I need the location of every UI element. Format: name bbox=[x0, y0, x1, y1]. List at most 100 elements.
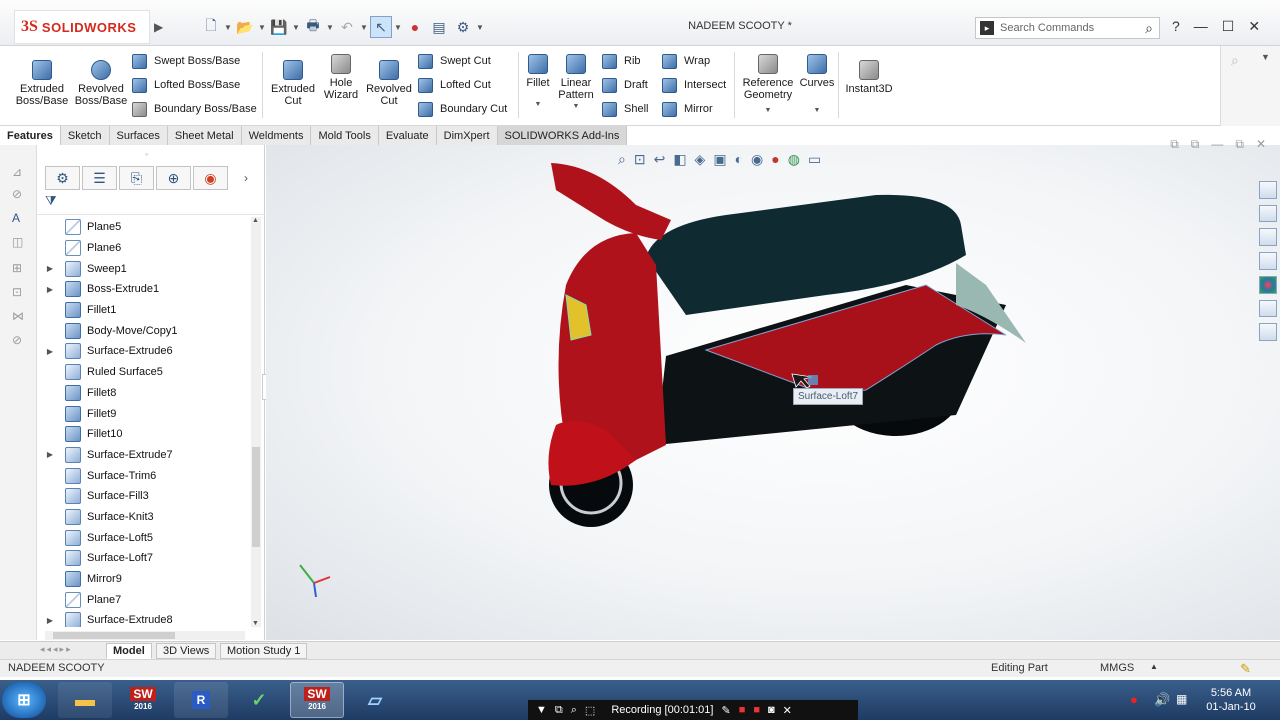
home-icon[interactable] bbox=[1259, 181, 1277, 199]
menu-expand-arrow[interactable]: ▶ bbox=[154, 16, 163, 38]
notepad-taskbar-icon[interactable]: ▱ bbox=[348, 682, 402, 718]
tab-model[interactable]: Model bbox=[106, 643, 152, 659]
feature-manager-tab-icon[interactable]: ⚙ bbox=[45, 166, 80, 190]
pattern-dropdown-icon[interactable]: ▼ bbox=[573, 101, 580, 113]
boundary-cut-button[interactable]: Boundary Cut bbox=[418, 99, 507, 119]
tab-surfaces[interactable]: Surfaces bbox=[109, 126, 168, 145]
intersect-button[interactable]: Intersect bbox=[662, 75, 726, 95]
forum-icon[interactable] bbox=[1259, 323, 1277, 342]
tree-node[interactable]: Fillet8 bbox=[37, 383, 257, 404]
expand-arrow-icon[interactable]: ▶ bbox=[43, 264, 57, 273]
reference-geometry-button[interactable]: Reference Geometry ▼ bbox=[740, 54, 796, 117]
tree-node[interactable]: Surface-Trim6 bbox=[37, 465, 257, 486]
view-palette-icon[interactable] bbox=[1259, 252, 1277, 270]
extruded-cut-button[interactable]: Extruded Cut bbox=[268, 60, 318, 107]
lofted-cut-button[interactable]: Lofted Cut bbox=[418, 75, 491, 95]
scroll-up-icon[interactable]: ▲ bbox=[252, 217, 259, 224]
tree-node[interactable]: ▶ Surface-Extrude7 bbox=[37, 445, 257, 466]
recorder-close-icon[interactable]: ✕ bbox=[783, 704, 792, 717]
tab-sketch[interactable]: Sketch bbox=[60, 126, 110, 145]
scroll-thumb[interactable] bbox=[252, 447, 260, 547]
expand-arrow-icon[interactable]: ▶ bbox=[43, 616, 57, 625]
link-icon[interactable]: ⊘ bbox=[12, 333, 28, 349]
file-explorer-icon[interactable] bbox=[1259, 228, 1277, 247]
open-dropdown-icon[interactable]: ▼ bbox=[258, 23, 266, 32]
display-manager-tab-icon[interactable]: ◉ bbox=[193, 166, 228, 190]
tab-3d-views[interactable]: 3D Views bbox=[156, 643, 217, 659]
hole-wizard-button[interactable]: Hole Wizard bbox=[318, 54, 364, 101]
fillet-button[interactable]: Fillet ▼ bbox=[522, 54, 554, 111]
rebuild-status-icon[interactable]: ✎ bbox=[1240, 661, 1251, 677]
open-folder-icon[interactable]: 📂 bbox=[234, 16, 256, 38]
tab-dimxpert[interactable]: DimXpert bbox=[436, 126, 498, 145]
rebuild-icon[interactable]: ● bbox=[404, 16, 426, 38]
shell-button[interactable]: Shell bbox=[602, 99, 648, 119]
hscroll-thumb[interactable] bbox=[53, 632, 175, 639]
print-icon[interactable]: 🖶 bbox=[302, 16, 324, 38]
scroll-down-icon[interactable]: ▼ bbox=[252, 620, 259, 627]
select-dropdown-icon[interactable]: ▼ bbox=[394, 23, 402, 32]
lofted-boss-button[interactable]: Lofted Boss/Base bbox=[132, 75, 240, 95]
tree-node[interactable]: Body-Move/Copy1 bbox=[37, 320, 257, 341]
wrap-button[interactable]: Wrap bbox=[662, 51, 710, 71]
ribbon-options-dropdown-icon[interactable]: ▼ bbox=[1261, 52, 1270, 62]
revolved-cut-button[interactable]: Revolved Cut bbox=[364, 60, 414, 107]
filter-funnel-icon[interactable]: ⧩ bbox=[45, 193, 57, 208]
curves-button[interactable]: Curves ▼ bbox=[798, 54, 836, 117]
appearances-icon[interactable] bbox=[1259, 275, 1277, 294]
tab-weldments[interactable]: Weldments bbox=[241, 126, 312, 145]
sketch-tool-icon[interactable]: ⊿ bbox=[12, 165, 28, 181]
chart-app-taskbar-icon[interactable]: ✓ bbox=[232, 682, 286, 718]
search-icon[interactable]: ⌕ bbox=[1145, 20, 1153, 37]
tab-motion-study-1[interactable]: Motion Study 1 bbox=[220, 643, 308, 659]
expand-arrow-icon[interactable]: ▶ bbox=[43, 450, 57, 459]
layer-icon[interactable]: ⋈ bbox=[12, 309, 28, 325]
tree-node[interactable]: Fillet1 bbox=[37, 300, 257, 321]
custom-properties-icon[interactable] bbox=[1259, 299, 1277, 318]
help-icon[interactable]: ? bbox=[1172, 18, 1180, 35]
volume-icon[interactable]: 🔊 bbox=[1154, 692, 1170, 708]
instant3d-button[interactable]: Instant3D bbox=[842, 60, 896, 95]
rib-button[interactable]: Rib bbox=[602, 51, 641, 71]
draft-button[interactable]: Draft bbox=[602, 75, 648, 95]
tab-sheet-metal[interactable]: Sheet Metal bbox=[167, 126, 242, 145]
panel-grip-icon[interactable]: ◦ bbox=[145, 149, 148, 159]
close-icon[interactable]: ✕ bbox=[1248, 18, 1260, 35]
tree-node[interactable]: Plane7 bbox=[37, 589, 257, 610]
undo-dropdown-icon[interactable]: ▼ bbox=[360, 23, 368, 32]
annotation-icon[interactable]: A bbox=[12, 211, 28, 227]
recorder-region-icon[interactable]: ⬚ bbox=[585, 704, 595, 717]
swept-boss-button[interactable]: Swept Boss/Base bbox=[132, 51, 240, 71]
tree-node[interactable]: Ruled Surface5 bbox=[37, 362, 257, 383]
mirror-button[interactable]: Mirror bbox=[662, 99, 713, 119]
boundary-boss-button[interactable]: Boundary Boss/Base bbox=[132, 99, 257, 119]
explorer-taskbar-icon[interactable]: ▬ bbox=[58, 682, 112, 718]
tab-features[interactable]: Features bbox=[0, 126, 61, 145]
tree-node[interactable]: Fillet10 bbox=[37, 424, 257, 445]
undo-icon[interactable]: ↶ bbox=[336, 16, 358, 38]
linear-pattern-button[interactable]: Linear Pattern ▼ bbox=[556, 54, 596, 113]
new-document-icon[interactable]: 🗋 bbox=[200, 16, 222, 38]
property-manager-tab-icon[interactable]: ☰ bbox=[82, 166, 117, 190]
start-button-icon[interactable]: ⊞ bbox=[2, 682, 46, 718]
file-properties-icon[interactable]: ▤ bbox=[428, 16, 450, 38]
fillet-dropdown-icon[interactable]: ▼ bbox=[535, 99, 542, 111]
reference-geometry-dropdown-icon[interactable]: ▼ bbox=[765, 105, 772, 117]
measure-icon[interactable]: ⊡ bbox=[12, 285, 28, 301]
smart-dimension-icon[interactable]: ⊘ bbox=[12, 187, 28, 203]
save-icon[interactable]: 💾 bbox=[268, 16, 290, 38]
curves-dropdown-icon[interactable]: ▼ bbox=[814, 105, 821, 117]
save-dropdown-icon[interactable]: ▼ bbox=[292, 23, 300, 32]
search-commands-box[interactable]: ▸ Search Commands ⌕ bbox=[975, 17, 1160, 39]
options-gear-icon[interactable]: ⚙ bbox=[452, 16, 474, 38]
tab-mold-tools[interactable]: Mold Tools bbox=[311, 126, 379, 145]
tree-horizontal-scrollbar[interactable] bbox=[45, 631, 245, 640]
recorder-pause-icon[interactable]: ■ bbox=[739, 704, 746, 716]
expand-arrow-icon[interactable]: ▶ bbox=[43, 347, 57, 356]
tree-node[interactable]: Mirror9 bbox=[37, 569, 257, 590]
recorder-pen-icon[interactable]: ✎ bbox=[721, 704, 730, 717]
scooter-model[interactable] bbox=[266, 145, 1280, 640]
network-icon[interactable]: ▦ bbox=[1176, 692, 1187, 706]
recorder-zoom-icon[interactable]: ⌕ bbox=[571, 704, 577, 717]
zoom-icon[interactable]: ⌕ bbox=[1231, 52, 1239, 69]
